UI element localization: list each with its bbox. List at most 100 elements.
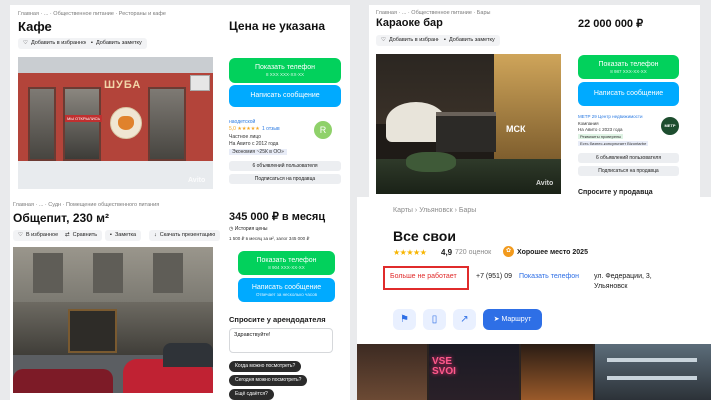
heart-icon: ♡ xyxy=(23,40,28,46)
seller-rating: 5,0 ★★★★★ xyxy=(229,126,260,132)
price-history-link[interactable]: ◷ История цены xyxy=(229,226,268,232)
show-phone-link[interactable]: Показать телефон xyxy=(519,273,579,280)
place-title: Все свои xyxy=(393,228,456,244)
closed-status: Больше не работает xyxy=(390,273,457,280)
write-message-label: Написать сообщение xyxy=(593,90,664,97)
add-favorite-button[interactable]: ♡ Добавить в избранное xyxy=(18,38,94,49)
karaoke-photo[interactable]: МСК Avito xyxy=(376,54,561,194)
avatar[interactable]: R xyxy=(314,121,332,139)
response-time: Отвечает за несколько часов xyxy=(255,292,318,297)
user-ads-button[interactable]: 6 объявлений пользователя xyxy=(578,153,679,163)
cafe-listing-panel: Главная · ... · Общественное питание · Р… xyxy=(10,5,350,202)
phone-mask: 8 XXX XXX-XX-XX xyxy=(265,72,304,77)
page-title: Караоке бар xyxy=(376,17,443,29)
place-photos-strip[interactable]: VSE SVOI xyxy=(357,344,711,400)
company-logo[interactable]: МЕТР xyxy=(661,117,679,135)
msk-sign: МСК xyxy=(506,124,526,134)
breadcrumb-city[interactable]: Ульяновск xyxy=(419,207,452,214)
price: 22 000 000 ₽ xyxy=(578,18,644,30)
write-message-label: Написать сообщение xyxy=(250,92,320,99)
breadcrumb-category[interactable]: Бары xyxy=(459,207,476,214)
phone-mask: 8 904 XXX-XX-XX xyxy=(268,265,305,270)
share-icon[interactable]: ↗ xyxy=(453,309,476,330)
quick-question-1[interactable]: Когда можно посмотреть? xyxy=(229,361,302,372)
message-input[interactable]: Здравствуйте! xyxy=(229,328,333,353)
good-place-icon: ✿ xyxy=(503,246,514,257)
price-details: 1 500 ₽ в месяц за м², залог 345 000 ₽ xyxy=(229,236,310,241)
compare-button[interactable]: ⇄ Сравнить xyxy=(60,230,103,241)
address-line-2: Ульяновск xyxy=(594,283,628,290)
karaoke-listing-panel: Главная · ... · Общественное питание · Б… xyxy=(369,5,700,201)
breadcrumb: Карты › Ульяновск › Бары xyxy=(393,207,476,214)
address-line-1[interactable]: ул. Федерации, 3, xyxy=(594,273,652,280)
seller-badge: Экономия ~25К в ОО» xyxy=(229,149,287,155)
note-icon: ▪ xyxy=(110,232,112,238)
breadcrumb[interactable]: Главная · ... · Общественное питание · Б… xyxy=(376,10,490,16)
user-ads-button[interactable]: 6 объявлений пользователя xyxy=(229,161,341,171)
show-phone-button[interactable]: Показать телефон 8 904 XXX-XX-XX xyxy=(238,251,335,275)
seller-type: Компания xyxy=(578,121,599,126)
subscribe-button[interactable]: Подписаться на продавца xyxy=(229,174,341,184)
compare-label: Сравнить xyxy=(72,232,98,238)
opened-banner: МЫ ОТКРЫЛИСЬ xyxy=(65,115,103,122)
write-message-button[interactable]: Написать сообщение Отвечает за несколько … xyxy=(238,278,335,302)
quick-question-2[interactable]: Сегодня можно посмотреть? xyxy=(229,375,308,386)
route-button[interactable]: ➤ Маршрут xyxy=(483,309,542,330)
add-note-label: Добавить заметку xyxy=(448,37,495,43)
download-icon: ↓ xyxy=(154,232,157,238)
seller-name[interactable]: наодетской xyxy=(229,119,255,125)
breadcrumb[interactable]: Главная · ... · Судн · Помещение обществ… xyxy=(13,202,159,208)
neon-sign: VSE SVOI xyxy=(432,356,456,377)
send-to-phone-icon[interactable]: ▯ xyxy=(423,309,446,330)
maps-card-panel: Карты › Ульяновск › Бары Все свои ★★★★★ … xyxy=(357,197,711,400)
show-phone-button[interactable]: Показать телефон 8 987 XXX-XX-XX xyxy=(578,55,679,79)
add-note-button[interactable]: ▪ Добавить заметку xyxy=(86,38,147,49)
price-history-label: История цены xyxy=(234,226,268,232)
ask-landlord-title: Спросите у арендодателя xyxy=(229,315,326,324)
heart-icon: ♡ xyxy=(381,37,386,43)
reviews-link[interactable]: 1 отзыв xyxy=(262,126,280,132)
seller-name[interactable]: МЕТР 29 Центр недвижимости xyxy=(578,114,643,119)
write-message-button[interactable]: Написать сообщение xyxy=(229,85,341,107)
subscribe-button[interactable]: Подписаться на продавца xyxy=(578,166,679,176)
add-note-label: Добавить заметку xyxy=(95,40,142,46)
phone-mask: 8 987 XXX-XX-XX xyxy=(610,69,647,74)
quick-question-3[interactable]: Ещё сдаётся? xyxy=(229,389,274,400)
note-label: Заметка xyxy=(114,232,137,238)
phone-number: +7 (951) 09 xyxy=(476,273,512,280)
add-favorite-label: Добавить в избранное xyxy=(388,37,447,43)
note-icon: ▪ xyxy=(91,40,93,46)
avito-watermark: Avito xyxy=(536,180,554,187)
breadcrumb-maps[interactable]: Карты xyxy=(393,207,413,214)
favorite-label: В избранное xyxy=(25,232,59,238)
seller-type: Частное лицо xyxy=(229,134,261,140)
download-presentation-label: Скачать презентацию xyxy=(159,232,216,238)
price: 345 000 ₽ в месяц xyxy=(229,211,326,223)
favorite-button[interactable]: ♡ В избранное xyxy=(13,230,64,241)
page-title: Кафе xyxy=(18,19,52,34)
add-favorite-label: Добавить в избранное xyxy=(30,40,89,46)
show-phone-button[interactable]: Показать телефон 8 XXX XXX-XX-XX xyxy=(229,58,341,83)
rating-stars: ★★★★★ xyxy=(393,248,427,257)
breadcrumb[interactable]: Главная · ... · Общественное питание · Р… xyxy=(18,11,166,17)
obshepit-listing-panel: Главная · ... · Судн · Помещение обществ… xyxy=(10,198,350,400)
show-phone-label: Показать телефон xyxy=(598,61,659,68)
bookmark-icon[interactable]: ⚑ xyxy=(393,309,416,330)
write-message-button[interactable]: Написать сообщение xyxy=(578,82,679,106)
avito-watermark: Avito xyxy=(188,177,206,184)
fox-logo xyxy=(110,107,142,139)
page-title: Общепит, 230 м² xyxy=(13,211,110,225)
seller-since: На Авито с 2023 года xyxy=(578,127,623,132)
add-note-button[interactable]: ▪ Добавить заметку xyxy=(439,35,500,46)
ratings-count[interactable]: 720 оценок xyxy=(455,249,491,256)
download-presentation-button[interactable]: ↓ Скачать презентацию xyxy=(149,230,221,241)
note-button[interactable]: ▪ Заметка xyxy=(105,230,142,241)
obshepit-photo[interactable] xyxy=(13,247,213,393)
note-icon: ▪ xyxy=(444,37,446,43)
route-label: Маршрут xyxy=(501,316,532,323)
shuba-sign: ШУБА xyxy=(104,79,142,91)
consultant-badge: Есть бизнес-консультант Bizontarbe xyxy=(578,141,649,146)
verified-badge: Реквизиты проверены xyxy=(578,134,624,139)
heart-icon: ♡ xyxy=(18,232,23,238)
cafe-photo[interactable]: ШУБА МЫ ОТКРЫЛИСЬ Avito xyxy=(18,57,213,189)
